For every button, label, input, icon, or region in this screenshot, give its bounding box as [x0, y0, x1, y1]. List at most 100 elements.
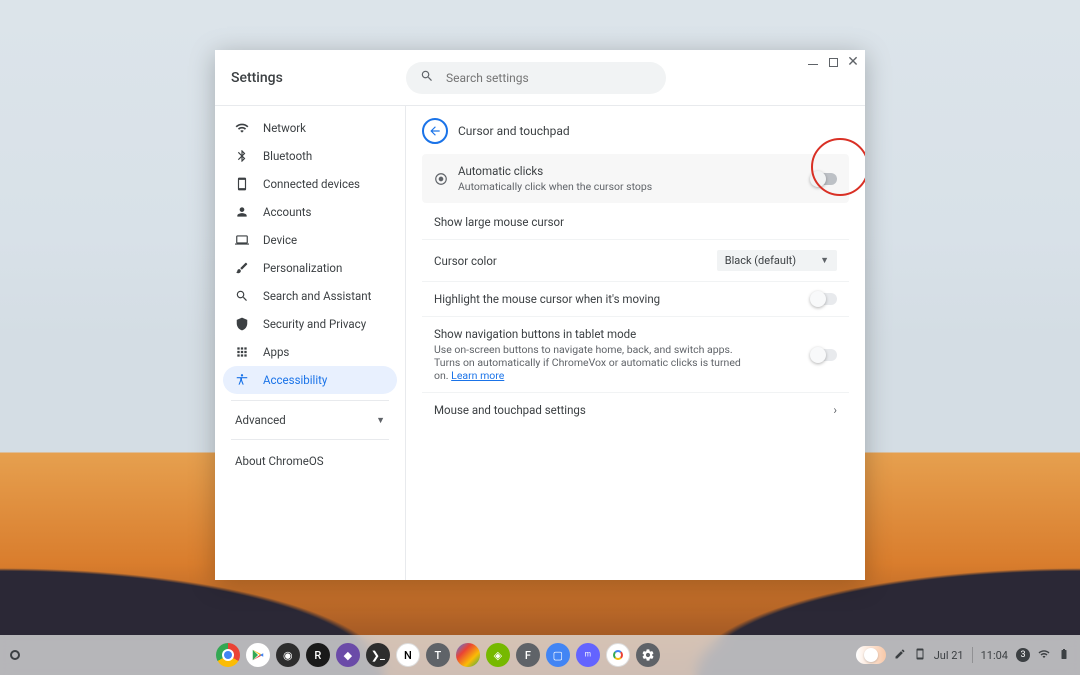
search-input[interactable] [446, 71, 652, 85]
page-title: Settings [231, 70, 406, 86]
app-chrome[interactable] [216, 643, 240, 667]
cursor-color-select[interactable]: Black (default) ▼ [717, 250, 837, 271]
sidebar-about[interactable]: About ChromeOS [223, 446, 397, 476]
row-title: Cursor color [434, 254, 497, 268]
bluetooth-icon [235, 149, 249, 163]
row-title: Mouse and touchpad settings [434, 403, 586, 417]
accessibility-icon [235, 373, 249, 387]
laptop-icon [235, 233, 249, 247]
notification-badge-icon[interactable]: 3 [1016, 648, 1030, 662]
sidebar-item-bluetooth[interactable]: Bluetooth [223, 142, 397, 170]
app-mastodon[interactable]: ᵐ [576, 643, 600, 667]
app-blue-square[interactable]: ▢ [546, 643, 570, 667]
shield-icon [235, 317, 249, 331]
sidebar-item-label: Search and Assistant [263, 289, 371, 303]
search-icon [235, 289, 249, 303]
person-icon [235, 205, 249, 219]
topbar: Settings [215, 50, 865, 106]
sidebar: Network Bluetooth Connected devices Acco… [215, 106, 405, 580]
app-colorful[interactable] [456, 643, 480, 667]
window-maximize-button[interactable] [827, 56, 839, 68]
tray-time: 11:04 [981, 649, 1008, 662]
sidebar-item-label: Security and Privacy [263, 317, 366, 331]
sidebar-item-accessibility[interactable]: Accessibility [223, 366, 397, 394]
pen-icon[interactable] [894, 648, 906, 663]
sidebar-item-label: Apps [263, 345, 289, 359]
divider [231, 439, 389, 440]
row-mouse-touchpad-settings[interactable]: Mouse and touchpad settings › [422, 393, 849, 427]
row-title: Highlight the mouse cursor when it's mov… [434, 292, 660, 306]
sidebar-item-label: Personalization [263, 261, 342, 275]
brush-icon [235, 261, 249, 275]
shelf-apps: ◉ R ◆ ❯_ N T ◈ F ▢ ᵐ [28, 643, 848, 667]
apps-icon [235, 345, 249, 359]
breadcrumb-title: Cursor and touchpad [458, 124, 570, 138]
breadcrumb: Cursor and touchpad [422, 118, 849, 144]
sidebar-item-label: Connected devices [263, 177, 360, 191]
battery-tray-icon[interactable] [1058, 648, 1070, 663]
app-terminal[interactable]: ❯_ [366, 643, 390, 667]
row-large-cursor[interactable]: Show large mouse cursor [422, 205, 849, 240]
tray-toggle-pill[interactable] [856, 646, 886, 664]
highlight-cursor-toggle[interactable] [811, 293, 837, 305]
app-notion[interactable]: N [396, 643, 420, 667]
annotation-circle [811, 138, 865, 196]
row-subtitle: Automatically click when the cursor stop… [458, 180, 652, 193]
sidebar-item-personalization[interactable]: Personalization [223, 254, 397, 282]
chevron-down-icon: ▼ [376, 415, 385, 426]
app-purple[interactable]: ◆ [336, 643, 360, 667]
row-title: Automatic clicks [458, 164, 652, 178]
target-icon [434, 172, 448, 186]
sidebar-item-network[interactable]: Network [223, 114, 397, 142]
sidebar-item-security-privacy[interactable]: Security and Privacy [223, 310, 397, 338]
sidebar-item-device[interactable]: Device [223, 226, 397, 254]
automatic-clicks-toggle[interactable] [811, 173, 837, 185]
select-value: Black (default) [725, 254, 796, 267]
sidebar-item-label: Bluetooth [263, 149, 312, 163]
row-cursor-color: Cursor color Black (default) ▼ [422, 240, 849, 282]
app-circle[interactable] [606, 643, 630, 667]
app-generic-dark[interactable]: ◉ [276, 643, 300, 667]
wifi-icon [235, 121, 249, 135]
row-subtitle: Use on-screen buttons to navigate home, … [434, 343, 754, 382]
sidebar-item-label: Accessibility [263, 373, 327, 387]
sidebar-advanced[interactable]: Advanced ▼ [223, 407, 397, 433]
shelf: ◉ R ◆ ❯_ N T ◈ F ▢ ᵐ Jul 21 11:04 3 [0, 635, 1080, 675]
search-box[interactable] [406, 62, 666, 94]
row-highlight-cursor: Highlight the mouse cursor when it's mov… [422, 282, 849, 317]
row-tablet-nav: Show navigation buttons in tablet mode U… [422, 317, 849, 393]
advanced-label: Advanced [235, 413, 286, 427]
window-close-button[interactable]: ✕ [847, 56, 859, 68]
chevron-down-icon: ▼ [820, 255, 829, 266]
app-letter-f[interactable]: F [516, 643, 540, 667]
sidebar-item-connected-devices[interactable]: Connected devices [223, 170, 397, 198]
app-nvidia[interactable]: ◈ [486, 643, 510, 667]
separator [972, 647, 973, 663]
sidebar-item-search-assistant[interactable]: Search and Assistant [223, 282, 397, 310]
row-automatic-clicks[interactable]: Automatic clicks Automatically click whe… [422, 154, 849, 203]
phone-icon[interactable] [914, 648, 926, 663]
settings-window: ✕ Settings Network Bluetooth Connected d… [215, 50, 865, 580]
window-controls: ✕ [807, 56, 859, 68]
app-letter-r[interactable]: R [306, 643, 330, 667]
tray-date: Jul 21 [934, 649, 964, 662]
back-button[interactable] [422, 118, 448, 144]
content-pane: Cursor and touchpad Automatic clicks Aut… [405, 106, 865, 580]
sidebar-item-apps[interactable]: Apps [223, 338, 397, 366]
sidebar-item-label: Accounts [263, 205, 312, 219]
learn-more-link[interactable]: Learn more [451, 369, 504, 382]
sidebar-item-accounts[interactable]: Accounts [223, 198, 397, 226]
tablet-nav-toggle[interactable] [811, 349, 837, 361]
sidebar-item-label: Device [263, 233, 297, 247]
divider [231, 400, 389, 401]
system-tray[interactable]: Jul 21 11:04 3 [856, 646, 1070, 664]
app-settings[interactable] [636, 643, 660, 667]
about-label: About ChromeOS [235, 454, 324, 468]
window-minimize-button[interactable] [807, 56, 819, 68]
row-title: Show navigation buttons in tablet mode [434, 327, 754, 341]
wifi-tray-icon[interactable] [1038, 648, 1050, 663]
launcher-button[interactable] [10, 650, 20, 660]
app-play-store[interactable] [246, 643, 270, 667]
app-letter-t[interactable]: T [426, 643, 450, 667]
chevron-right-icon: › [833, 403, 837, 417]
